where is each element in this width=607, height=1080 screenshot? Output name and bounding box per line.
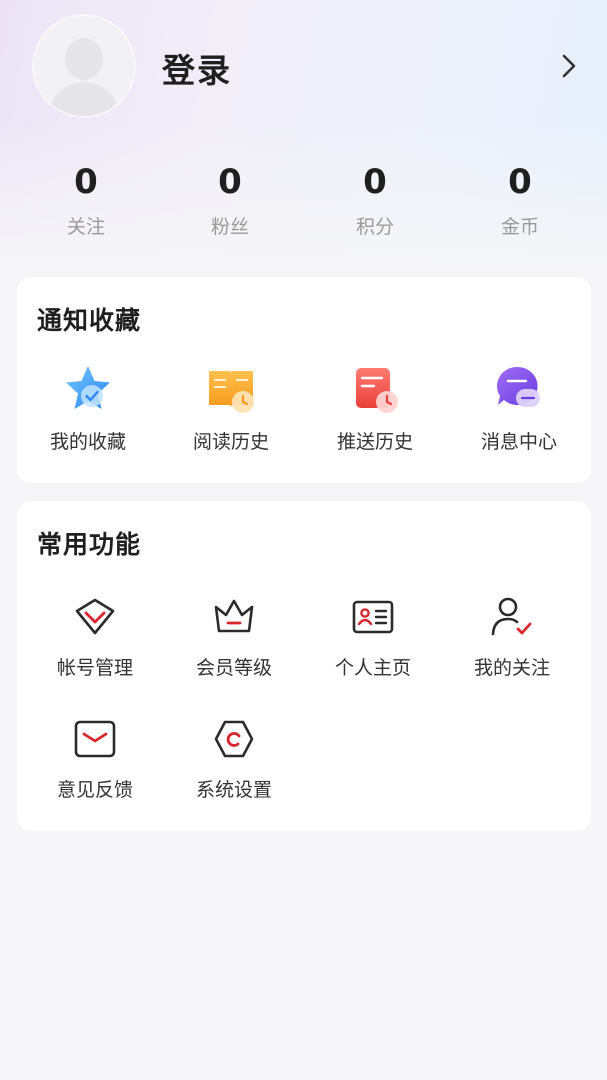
envelope-feedback-icon [74,720,116,758]
login-link[interactable]: 登录 [162,44,232,92]
stat-label: 关注 [66,216,105,238]
item-label: 意见反馈 [56,779,133,801]
stat-label: 积分 [355,216,394,238]
chevron-right-icon[interactable] [556,52,582,80]
card-title: 常用功能 [37,530,142,559]
item-label: 帐号管理 [56,657,133,679]
item-label: 系统设置 [195,779,272,801]
item-label: 我的收藏 [49,431,126,453]
read-history-item[interactable]: 阅读历史 [161,363,301,454]
stat-label: 粉丝 [210,216,249,238]
card-title: 通知收藏 [37,306,142,335]
stat-following[interactable]: 0 关注 [26,160,146,239]
message-center-item[interactable]: 消息中心 [449,363,589,454]
star-favorite-icon [66,366,110,409]
crown-icon [214,599,254,633]
favorites-item[interactable]: 我的收藏 [18,363,158,454]
my-follows-item[interactable]: 我的关注 [442,595,582,680]
stats-row: 0 关注 0 粉丝 0 积分 0 金币 [0,160,607,250]
system-settings-item[interactable]: 系统设置 [164,717,304,802]
user-follow-icon [491,597,532,636]
item-label: 消息中心 [480,431,557,453]
stat-value: 0 [363,162,387,202]
account-manage-item[interactable]: 帐号管理 [25,595,165,680]
stat-coins[interactable]: 0 金币 [460,160,580,239]
notify-favorites-card: 通知收藏 我的收藏 阅读历史 推送历史 消息中心 [17,277,591,483]
stat-fans[interactable]: 0 粉丝 [170,160,290,239]
stat-label: 金币 [500,216,539,238]
feedback-item[interactable]: 意见反馈 [25,717,165,802]
common-functions-card: 常用功能 帐号管理 会员等级 个人主页 我的关注 意见反馈 系统设置 [17,501,591,831]
message-center-icon [496,366,540,407]
stat-value: 0 [508,162,532,202]
stat-points[interactable]: 0 积分 [315,160,435,239]
item-label: 我的关注 [473,657,550,679]
stat-value: 0 [74,162,98,202]
stat-value: 0 [218,162,242,202]
push-history-icon [356,368,398,413]
item-label: 推送历史 [336,431,413,453]
settings-hexagon-icon [214,720,254,758]
default-avatar-icon[interactable] [34,16,134,116]
push-history-item[interactable]: 推送历史 [305,363,445,454]
profile-card-icon [352,600,394,634]
item-label: 会员等级 [195,657,272,679]
item-label: 阅读历史 [192,431,269,453]
member-level-item[interactable]: 会员等级 [164,595,304,680]
personal-homepage-item[interactable]: 个人主页 [303,595,443,680]
item-label: 个人主页 [334,657,411,679]
book-history-icon [209,371,254,413]
account-manage-icon [75,598,115,635]
profile-header[interactable]: 登录 [0,0,607,140]
